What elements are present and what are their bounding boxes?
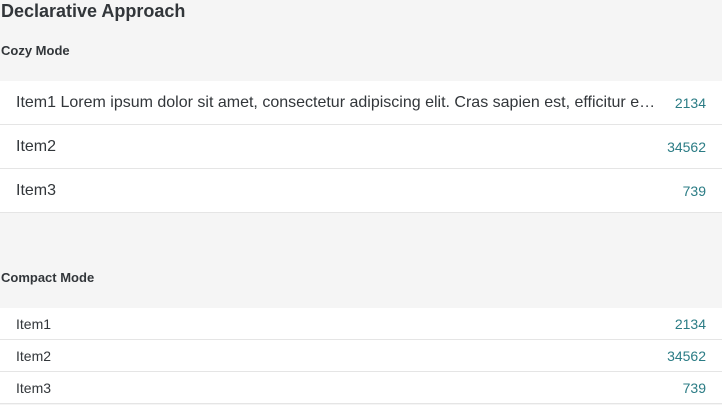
list-item-info: 2134 — [674, 94, 706, 111]
list-item-title: Item1 Lorem ipsum dolor sit amet, consec… — [16, 93, 659, 111]
list-item[interactable]: Item1 Lorem ipsum dolor sit amet, consec… — [0, 81, 722, 125]
list-item[interactable]: Item3 739 — [0, 372, 722, 404]
list-item[interactable]: Item3 739 — [0, 169, 722, 213]
list-item-title: Item3 — [16, 379, 52, 396]
list-item-title: Item2 — [16, 137, 57, 155]
list-item-info: 739 — [682, 182, 706, 199]
list-item[interactable]: Item2 34562 — [0, 125, 722, 169]
page: Declarative Approach Cozy Mode Item1 Lor… — [0, 0, 722, 405]
list-item-title: Item1 — [16, 315, 52, 332]
list-item[interactable]: Item1 2134 — [0, 308, 722, 340]
page-title: Declarative Approach — [1, 1, 186, 21]
list-item-info: 34562 — [667, 138, 706, 155]
list-item-title: Item2 — [16, 347, 52, 364]
list-item-info: 2134 — [674, 315, 706, 332]
cozy-mode-title: Cozy Mode — [1, 43, 70, 58]
list-item-info: 739 — [682, 379, 706, 396]
list-item[interactable]: Item2 34562 — [0, 340, 722, 372]
list-item-title: Item3 — [16, 181, 57, 199]
compact-list: Item1 2134 Item2 34562 Item3 739 — [0, 308, 722, 404]
list-item-info: 34562 — [667, 347, 706, 364]
cozy-list: Item1 Lorem ipsum dolor sit amet, consec… — [0, 81, 722, 213]
compact-mode-title: Compact Mode — [1, 270, 95, 285]
